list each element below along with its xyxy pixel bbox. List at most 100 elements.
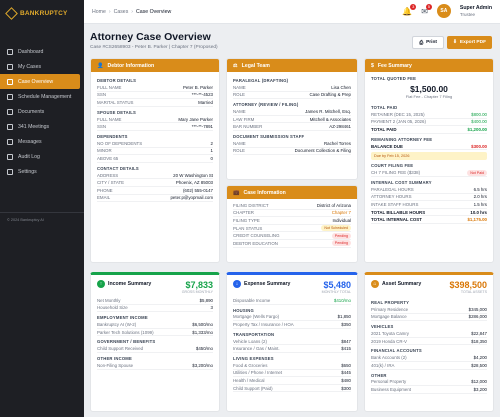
field-label: MINOR: [97, 148, 112, 154]
card-title: Case Information: [243, 189, 286, 196]
section-title: FINANCIAL ACCOUNTS: [371, 348, 422, 354]
printer-icon: ⎙: [419, 40, 424, 46]
field-row: LAW FIRM Mitchell & Associates: [233, 116, 351, 124]
sidebar-item-messages[interactable]: Messages: [0, 134, 84, 149]
sidebar-item-case-overview[interactable]: Case Overview: [0, 74, 80, 89]
field-row: ABOVE 65 0: [97, 155, 213, 163]
field-row: Business Equipment $3,200: [371, 386, 487, 394]
field-label: ATTORNEY HOURS: [371, 194, 412, 200]
top-bar: Home › Cases › Case Overview 🔔 3 ✉ 5 SA …: [84, 0, 500, 24]
export-pdf-button[interactable]: ⬇ Export PDF: [446, 36, 492, 49]
section-title: DEBTOR DETAILS: [97, 78, 137, 83]
sidebar-item-label: Documents: [18, 108, 45, 115]
status-badge: Not Paid: [467, 169, 487, 176]
field-value: Mitchell & Associates: [309, 116, 351, 122]
user-icon: 👤: [97, 62, 104, 69]
quoted-fee: $1,500.00 Flat Fee - Chapter 7 Filing: [371, 82, 487, 102]
case-info-card: 💼 Case Information FILING DISTRICT Distric…: [226, 185, 358, 263]
top-actions: 🔔 3 ✉ 5 SA Super Admin Trustee: [402, 3, 492, 18]
field-value: $1,850: [337, 314, 351, 320]
field-value: 3: [210, 305, 213, 311]
field-value: $286,000: [468, 314, 487, 320]
field-row: NAME Lisa Chen: [233, 84, 351, 92]
field-label: CREDIT COUNSELING: [233, 233, 280, 239]
sidebar-item-dashboard[interactable]: Dashboard: [0, 44, 84, 59]
field-label: PLAN STATUS: [233, 225, 263, 231]
folder-icon: [7, 63, 13, 70]
home-icon: ⌂: [371, 280, 379, 288]
legal-team-header: ⚖ Legal Team: [227, 59, 357, 72]
section-title: ATTORNEY (REVIEW / FILING): [233, 102, 299, 108]
field-label: Child Support Received: [97, 346, 144, 352]
section-title: LIVING EXPENSES: [233, 355, 274, 361]
legal-team-card: ⚖ Legal Team PARALEGAL (DRAFTING) NAME Lis…: [226, 58, 358, 180]
logo-icon: [5, 7, 18, 20]
field-label: Non-Filing Spouse: [97, 362, 134, 368]
section-title: HOUSING: [233, 307, 254, 313]
field-label: Food & Groceries: [233, 362, 268, 368]
avatar[interactable]: SA: [436, 4, 451, 18]
sidebar-item-documents[interactable]: Documents: [0, 104, 84, 119]
field-label: FULL NAME: [97, 84, 122, 90]
field-label: Utilities / Phone / Internet: [233, 370, 283, 376]
card-title: Asset Summary: [382, 281, 422, 287]
field-row: FULL NAME Mary Jane Parker: [97, 116, 213, 124]
user-info[interactable]: Super Admin Trustee: [460, 5, 492, 17]
breadcrumb-cases[interactable]: Cases: [114, 9, 129, 15]
total-row: TOTAL INTERNAL COST $1,175.00: [371, 216, 487, 224]
field-value: $847: [341, 338, 351, 344]
sidebar-item-label: Case Overview: [18, 78, 54, 85]
field-label: PARALEGAL HOURS: [371, 186, 414, 192]
field-label: CH 7 FILING FEE ($338): [371, 170, 421, 176]
breadcrumb-home[interactable]: Home: [92, 9, 106, 15]
field-value: Case Drafting & Prep: [309, 92, 352, 98]
card-title: Income Summary: [108, 281, 152, 287]
sidebar-item-audit-log[interactable]: Audit Log: [0, 149, 84, 164]
dashboard-icon: [7, 48, 13, 55]
case-info-header: 💼 Case Information: [227, 186, 357, 199]
app-logo[interactable]: BANKRUPTCY: [0, 0, 84, 26]
field-value: $28,500: [471, 362, 487, 368]
section-title: OTHER: [371, 372, 387, 378]
messages-button[interactable]: ✉ 5: [421, 3, 432, 16]
section-title: PARALEGAL (DRAFTING): [233, 78, 289, 83]
section-title: TRANSPORTATION: [233, 331, 275, 337]
field-row: Parker Tech Solutions (1099) $1,333/mo: [97, 329, 213, 337]
card-title: Fee Summary: [377, 62, 412, 69]
field-row: NAME Rachel Torres: [233, 140, 351, 148]
field-row: Mortgage Balance $286,000: [371, 314, 487, 322]
field-value: $300: [341, 385, 351, 391]
breadcrumb-current: Case Overview: [136, 8, 172, 15]
sidebar-item-schedule-management[interactable]: Schedule Management: [0, 89, 84, 104]
sidebar-item-label: Audit Log: [18, 153, 40, 160]
field-label: CITY / STATE: [97, 180, 125, 186]
field-value: $345,000: [468, 306, 487, 312]
sidebar-item-341-meetings[interactable]: 341 Meetings: [0, 119, 84, 134]
expense-total-label: MONTHLY TOTAL: [321, 290, 351, 294]
asset-summary-card: ⌂ Asset Summary $398,500 TOTAL ASSETS REA…: [364, 272, 494, 412]
document-icon: [7, 108, 13, 115]
field-value: Phoenix, AZ 85003: [175, 180, 213, 186]
field-row: 401(k) / IRA $28,500: [371, 362, 487, 370]
field-label: TOTAL INTERNAL COST: [371, 217, 422, 223]
field-row: 2021 Toyota Camry $22,847: [371, 330, 487, 338]
field-label: NO OF DEPENDENTS: [97, 140, 143, 146]
field-label: FULL NAME: [97, 116, 122, 122]
app-name: BANKRUPTCY: [20, 10, 68, 17]
calendar-icon: [7, 93, 13, 100]
field-value: $1,200.00: [467, 126, 487, 132]
briefcase-icon: 💼: [233, 189, 240, 196]
notification-button[interactable]: 🔔 3: [402, 3, 417, 16]
asset-total-label: TOTAL ASSETS: [460, 290, 487, 294]
sidebar-item-settings[interactable]: Settings: [0, 164, 84, 179]
field-label: FILING TYPE: [233, 217, 260, 223]
field-value: Document Collection & Filing: [294, 148, 351, 154]
field-label: Disposable Income: [233, 297, 271, 303]
section-title: TOTAL PAID: [371, 105, 398, 110]
download-icon: ⬇: [452, 40, 457, 45]
field-value: $1,175.00: [467, 217, 487, 223]
email-link[interactable]: peter.p@yopmail.com: [170, 195, 213, 200]
print-button[interactable]: ⎙ Print: [412, 36, 444, 49]
sidebar-item-my-cases[interactable]: My Cases: [0, 59, 84, 74]
field-value: $4,200: [473, 355, 487, 361]
